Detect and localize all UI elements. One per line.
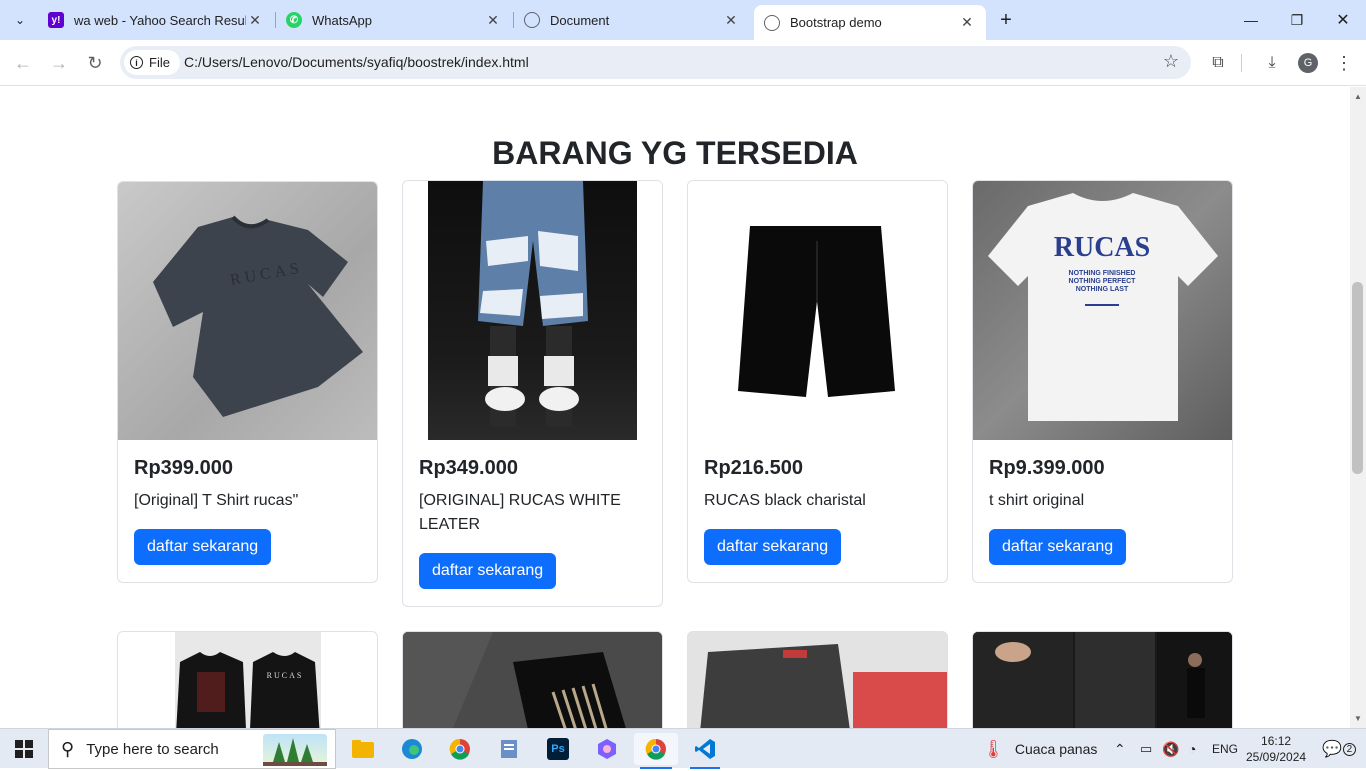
svg-text:RUCAS: RUCAS bbox=[267, 671, 304, 680]
tab-strip: ⌄ y! wa web - Yahoo Search Results ✕ ✆ W… bbox=[0, 0, 1366, 40]
product-price: Rp399.000 bbox=[134, 457, 233, 479]
address-bar[interactable]: i File C:/Users/Lenovo/Documents/syafiq/… bbox=[120, 46, 1191, 79]
product-image-striped-pants bbox=[403, 632, 662, 728]
product-card: RUCAS Rp399.000 [Original] T Shirt rucas… bbox=[117, 181, 378, 583]
close-tab-icon[interactable]: ✕ bbox=[958, 14, 976, 32]
show-hidden-icons-icon[interactable]: ⌃ bbox=[1114, 729, 1126, 769]
product-image-black-tshirts: RUCAS bbox=[175, 632, 321, 728]
yahoo-icon: y! bbox=[48, 12, 64, 28]
browser-toolbar: ← → ↻ i File C:/Users/Lenovo/Documents/s… bbox=[0, 40, 1366, 86]
whatsapp-icon: ✆ bbox=[286, 12, 302, 28]
globe-icon bbox=[764, 14, 780, 31]
product-card bbox=[687, 631, 948, 728]
product-card: RUCAS bbox=[117, 631, 378, 728]
reload-button[interactable]: ↻ bbox=[80, 48, 110, 78]
daftar-sekarang-button[interactable]: daftar sekarang bbox=[134, 529, 272, 565]
extensions-icon[interactable]: ⧉ bbox=[1205, 50, 1231, 76]
clock[interactable]: 16:12 25/09/2024 bbox=[1246, 729, 1306, 769]
info-icon: i bbox=[130, 56, 143, 69]
tab-yahoo[interactable]: y! wa web - Yahoo Search Results ✕ bbox=[38, 5, 274, 35]
close-tab-icon[interactable]: ✕ bbox=[722, 11, 740, 29]
thermometer-icon: 🌡 bbox=[982, 738, 1005, 759]
page-title: BARANG YG TERSEDIA bbox=[492, 135, 858, 171]
minimize-button[interactable]: — bbox=[1228, 0, 1274, 40]
forward-button[interactable]: → bbox=[44, 48, 74, 78]
taskbar: ⚲ Type here to search Ps 🌡 Cuaca panas ⌃… bbox=[0, 728, 1366, 769]
daftar-sekarang-button[interactable]: daftar sekarang bbox=[704, 529, 842, 565]
network-icon[interactable]: ◔ bbox=[1188, 729, 1196, 769]
notification-center-icon[interactable]: 💬 2 bbox=[1322, 729, 1356, 769]
notification-count-badge: 2 bbox=[1342, 742, 1356, 756]
language-indicator[interactable]: ENG bbox=[1212, 729, 1238, 769]
profile-avatar[interactable]: G bbox=[1295, 50, 1321, 76]
url-text[interactable]: C:/Users/Lenovo/Documents/syafiq/boostre… bbox=[184, 54, 529, 70]
product-name: [ORIGINAL] RUCAS WHITE LEATER bbox=[419, 492, 621, 533]
edge-icon[interactable] bbox=[395, 733, 429, 765]
tab-document[interactable]: Document ✕ bbox=[514, 5, 750, 35]
product-name: t shirt original bbox=[989, 492, 1085, 509]
product-card: Rp216.500 RUCAS black charistal daftar s… bbox=[687, 180, 948, 583]
close-tab-icon[interactable]: ✕ bbox=[246, 11, 264, 29]
search-icon: ⚲ bbox=[61, 738, 75, 759]
chrome-icon[interactable] bbox=[443, 733, 477, 765]
chrome-active-icon[interactable] bbox=[634, 733, 678, 769]
copilot-icon[interactable] bbox=[590, 733, 624, 765]
tab-whatsapp[interactable]: ✆ WhatsApp ✕ bbox=[276, 5, 512, 35]
svg-text:NOTHING LAST: NOTHING LAST bbox=[1076, 286, 1129, 293]
daftar-sekarang-button[interactable]: daftar sekarang bbox=[989, 529, 1127, 565]
svg-text:NOTHING FINISHED: NOTHING FINISHED bbox=[1069, 270, 1136, 277]
product-price: Rp349.000 bbox=[419, 457, 518, 479]
scrollbar-thumb[interactable] bbox=[1352, 282, 1363, 474]
close-tab-icon[interactable]: ✕ bbox=[484, 11, 502, 29]
vscode-icon[interactable] bbox=[688, 733, 722, 769]
svg-text:RUCAS: RUCAS bbox=[1054, 232, 1150, 263]
svg-text:NOTHING PERFECT: NOTHING PERFECT bbox=[1069, 278, 1137, 285]
menu-kebab-icon[interactable]: ⋮ bbox=[1331, 50, 1357, 76]
product-card: Rp349.000 [ORIGINAL] RUCAS WHITE LEATER … bbox=[402, 180, 663, 607]
product-image-black-outfit bbox=[973, 632, 1232, 728]
daftar-sekarang-button[interactable]: daftar sekarang bbox=[419, 553, 557, 589]
file-explorer-icon[interactable] bbox=[346, 733, 380, 765]
site-info-chip[interactable]: i File bbox=[124, 50, 180, 75]
product-name: RUCAS black charistal bbox=[704, 492, 866, 509]
product-image-denim-shorts bbox=[403, 181, 662, 440]
battery-icon[interactable]: ▭ bbox=[1140, 729, 1152, 769]
windows-start-icon[interactable] bbox=[10, 733, 38, 765]
product-image-black-shorts bbox=[688, 181, 947, 440]
bookmark-star-icon[interactable]: ☆ bbox=[1163, 51, 1179, 72]
product-card bbox=[402, 631, 663, 728]
toolbar-divider bbox=[1241, 54, 1242, 72]
globe-icon bbox=[524, 12, 540, 28]
product-image-grey-jeans bbox=[688, 632, 947, 728]
product-name: [Original] T Shirt rucas" bbox=[134, 492, 299, 509]
product-image-grey-tshirt: RUCAS bbox=[118, 182, 377, 440]
page-viewport: BARANG YG TERSEDIA RUCAS Rp399.000 [Orig… bbox=[0, 87, 1350, 728]
product-price: Rp9.399.000 bbox=[989, 457, 1105, 479]
search-highlight-icon bbox=[263, 734, 327, 766]
back-button[interactable]: ← bbox=[8, 48, 38, 78]
volume-muted-icon[interactable]: 🔇 bbox=[1162, 729, 1179, 769]
product-price: Rp216.500 bbox=[704, 457, 803, 479]
document-app-icon[interactable] bbox=[492, 733, 526, 765]
avatar: G bbox=[1298, 53, 1318, 73]
tab-search-dropdown[interactable]: ⌄ bbox=[6, 6, 34, 34]
tab-bootstrap-demo[interactable]: Bootstrap demo ✕ bbox=[754, 5, 986, 40]
product-card bbox=[972, 631, 1233, 728]
new-tab-button[interactable]: + bbox=[994, 8, 1018, 32]
weather-widget[interactable]: 🌡 Cuaca panas bbox=[982, 729, 1097, 769]
close-window-button[interactable]: ✕ bbox=[1320, 0, 1366, 40]
taskbar-search-input[interactable]: ⚲ Type here to search bbox=[48, 729, 336, 769]
product-card: RUCAS NOTHING FINISHED NOTHING PERFECT N… bbox=[972, 180, 1233, 583]
scroll-up-arrow-icon[interactable]: ▲ bbox=[1352, 90, 1364, 102]
product-image-white-tshirt: RUCAS NOTHING FINISHED NOTHING PERFECT N… bbox=[973, 181, 1232, 440]
download-icon[interactable]: ⤓ bbox=[1259, 50, 1285, 76]
photoshop-icon[interactable]: Ps bbox=[541, 733, 575, 765]
restore-button[interactable]: ❐ bbox=[1274, 0, 1320, 40]
scroll-down-arrow-icon[interactable]: ▼ bbox=[1352, 712, 1364, 724]
